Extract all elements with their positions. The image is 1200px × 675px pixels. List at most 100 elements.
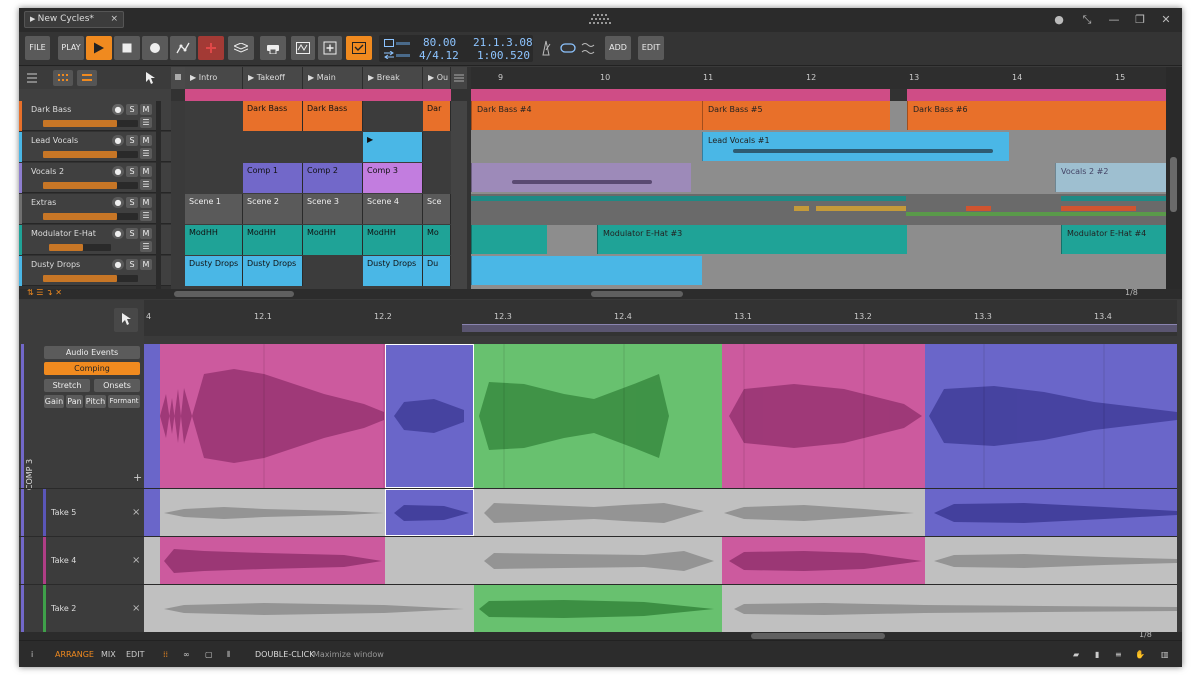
clip-slot[interactable]: ▶ bbox=[363, 132, 423, 162]
clip-slot[interactable]: Sce bbox=[423, 194, 451, 224]
record-arm-button[interactable]: ● bbox=[112, 228, 124, 239]
keyboard-icon[interactable]: ▥ bbox=[1161, 650, 1169, 659]
onsets-button[interactable]: Onsets bbox=[94, 379, 140, 392]
mute-button[interactable]: M bbox=[140, 197, 152, 208]
columns-icon[interactable]: ⦀ bbox=[227, 650, 231, 660]
record-arm-button[interactable]: ● bbox=[112, 259, 124, 270]
file-icon[interactable]: ▮ bbox=[1095, 650, 1099, 659]
metronome-button[interactable] bbox=[260, 36, 286, 60]
loop-range-bar[interactable] bbox=[462, 324, 1177, 332]
play-menu-button[interactable]: PLAY bbox=[58, 36, 84, 60]
record-button[interactable] bbox=[142, 36, 168, 60]
pitch-button[interactable]: Pitch bbox=[85, 395, 106, 408]
mute-button[interactable]: M bbox=[140, 104, 152, 115]
clip-slot[interactable]: Comp 1 bbox=[243, 163, 303, 193]
vscroll-thumb[interactable] bbox=[1170, 157, 1177, 212]
arranger-vscroll[interactable] bbox=[1166, 67, 1182, 289]
track-menu-button[interactable]: ☰ bbox=[140, 117, 152, 128]
editor-hscroll[interactable] bbox=[751, 633, 885, 639]
clip-record-button[interactable] bbox=[198, 36, 224, 60]
play-button[interactable] bbox=[86, 36, 112, 60]
arranger-clip[interactable]: Dark Bass #5 bbox=[702, 101, 890, 130]
tempo-value[interactable]: 80.00 bbox=[423, 36, 456, 49]
info-icon[interactable]: i bbox=[31, 650, 33, 659]
clip-slot[interactable]: Mo bbox=[423, 225, 451, 255]
track-menu-button[interactable]: ☰ bbox=[140, 148, 152, 159]
record-arm-button[interactable]: ● bbox=[112, 166, 124, 177]
clip-slot[interactable]: Dar bbox=[423, 101, 451, 131]
clip-slot[interactable]: Comp 3 bbox=[363, 163, 423, 193]
clip-view-toggle[interactable] bbox=[53, 70, 73, 86]
clip-slot[interactable]: ModHH bbox=[363, 225, 423, 255]
track-header-lead-vocals[interactable]: Lead Vocals ● S M ☰ bbox=[19, 132, 171, 162]
arranger-clip[interactable] bbox=[471, 225, 547, 254]
arranger-clip[interactable]: Dark Bass #6 bbox=[907, 101, 1166, 130]
clip-slot[interactable]: Comp 2 bbox=[303, 163, 363, 193]
scene-header-main[interactable]: ▶ Main bbox=[303, 67, 363, 89]
comping-button[interactable]: Comping bbox=[44, 362, 140, 375]
file-button[interactable]: FILE bbox=[25, 36, 50, 60]
comp-lane[interactable] bbox=[144, 344, 1177, 488]
link-icon[interactable]: ∞ bbox=[183, 650, 190, 659]
scene-header-outro[interactable]: ▶ Ou bbox=[423, 67, 451, 89]
track-header-dusty-drops[interactable]: Dusty Drops ● S M bbox=[19, 256, 171, 286]
add-button[interactable]: ADD bbox=[605, 36, 631, 60]
arranger-hscroll[interactable] bbox=[591, 291, 683, 297]
clip-slot[interactable]: ModHH bbox=[243, 225, 303, 255]
grid-toggle-icon[interactable]: ⁞⁞ bbox=[163, 650, 168, 659]
arranger-clip[interactable] bbox=[471, 256, 702, 285]
document-tab[interactable]: ▶ New Cycles* × bbox=[24, 11, 124, 28]
take-header-4[interactable]: Take 4 × bbox=[19, 536, 144, 585]
track-name[interactable]: Modulator E-Hat bbox=[31, 229, 96, 238]
mix-tab[interactable]: MIX bbox=[101, 650, 116, 659]
track-header-vocals-2[interactable]: Vocals 2 ● S M ☰ bbox=[19, 163, 171, 193]
track-name[interactable]: Dusty Drops bbox=[31, 260, 80, 269]
track-header-dark-bass[interactable]: Dark Bass ● S M ☰ bbox=[19, 101, 171, 131]
audio-events-button[interactable]: Audio Events bbox=[44, 346, 140, 359]
arranger-clip[interactable]: Modulator E-Hat #4 bbox=[1061, 225, 1166, 254]
footer-tools-icon[interactable]: ⇅ ☰ ↴ ✕ bbox=[27, 288, 62, 297]
overdub-button[interactable] bbox=[228, 36, 254, 60]
mute-button[interactable]: M bbox=[140, 228, 152, 239]
close-window-icon[interactable]: ✕ bbox=[1156, 11, 1176, 28]
record-arm-button[interactable]: ● bbox=[112, 104, 124, 115]
scene-header-break[interactable]: ▶ Break bbox=[363, 67, 423, 89]
solo-button[interactable]: S bbox=[126, 228, 138, 239]
track-menu-button[interactable]: ☰ bbox=[140, 179, 152, 190]
pointer-tool-button[interactable] bbox=[114, 308, 138, 332]
shrink-icon[interactable]: ⤡ bbox=[1077, 11, 1097, 28]
remove-take-icon[interactable]: × bbox=[132, 555, 140, 566]
solo-button[interactable]: S bbox=[126, 104, 138, 115]
clip-slot[interactable]: Dusty Drops bbox=[243, 256, 303, 286]
automation-write-button[interactable] bbox=[170, 36, 196, 60]
mute-button[interactable]: M bbox=[140, 166, 152, 177]
mute-button[interactable]: M bbox=[140, 259, 152, 270]
volume-slider[interactable] bbox=[43, 151, 138, 158]
editor-grid-resolution[interactable]: 1/8 bbox=[1139, 630, 1152, 639]
panel-icon[interactable]: ▢ bbox=[205, 650, 213, 659]
track-name[interactable]: Vocals 2 bbox=[31, 167, 64, 176]
solo-button[interactable]: S bbox=[126, 135, 138, 146]
close-tab-icon[interactable]: × bbox=[110, 12, 118, 27]
stretch-button[interactable]: Stretch bbox=[44, 379, 90, 392]
list-icon[interactable] bbox=[27, 73, 41, 83]
edit-button[interactable]: EDIT bbox=[638, 36, 664, 60]
restore-icon[interactable]: ❐ bbox=[1130, 11, 1150, 28]
record-arm-button[interactable]: ● bbox=[112, 197, 124, 208]
record-dot-icon[interactable]: ● bbox=[1049, 11, 1069, 28]
remove-take-icon[interactable]: × bbox=[132, 603, 140, 614]
take-lane-4[interactable] bbox=[144, 536, 1177, 584]
clip-slot[interactable]: ModHH bbox=[185, 225, 243, 255]
folder-icon[interactable]: ▰ bbox=[1073, 650, 1079, 659]
grid-resolution[interactable]: 1/8 bbox=[1125, 288, 1138, 297]
groove-button[interactable] bbox=[579, 36, 597, 60]
take-lane-5[interactable] bbox=[144, 488, 1177, 536]
time-position[interactable]: 1:00.520 bbox=[477, 49, 530, 62]
track-name[interactable]: Dark Bass bbox=[31, 105, 71, 114]
arranger-clip[interactable]: Modulator E-Hat #3 bbox=[597, 225, 907, 254]
add-box-button[interactable] bbox=[318, 36, 342, 60]
stop-button[interactable] bbox=[114, 36, 140, 60]
track-header-modulator-e-hat[interactable]: Modulator E-Hat ● S M ☰ bbox=[19, 225, 171, 255]
mixer-icon[interactable]: ≡ bbox=[1115, 650, 1122, 659]
punch-button[interactable] bbox=[291, 36, 315, 60]
